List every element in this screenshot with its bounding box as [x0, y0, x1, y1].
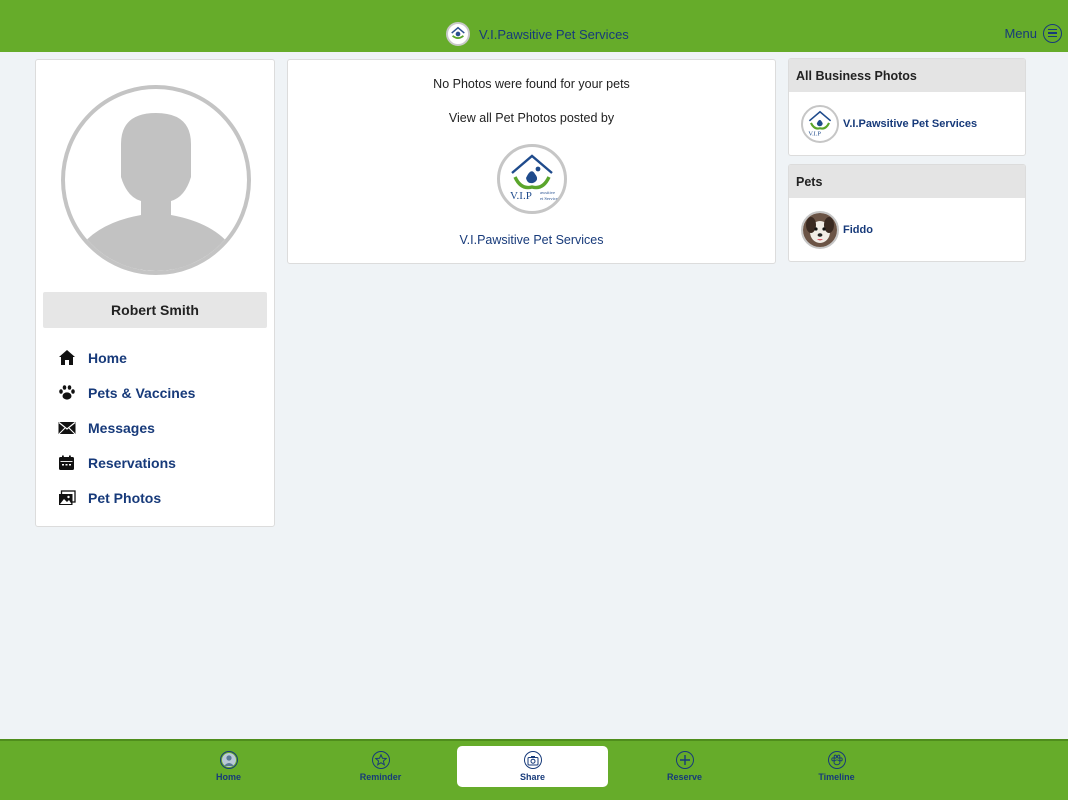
tab-label: Reminder: [359, 772, 402, 782]
panel-title: Pets: [789, 165, 1025, 198]
tab-timeline[interactable]: Timeline: [761, 746, 912, 787]
nav-item-reservations[interactable]: Reservations: [58, 445, 258, 480]
profile-nav: Home Pets & Vaccines Messages Reservatio…: [58, 340, 258, 515]
app-title: V.I.Pawsitive Pet Services: [479, 26, 629, 42]
plus-icon: [675, 751, 694, 769]
camera-icon: [523, 751, 542, 769]
business-logo[interactable]: V.I.P awsitive et Services: [497, 144, 567, 214]
bottom-tab-bar: Home Reminder Share Reserve Timeline: [0, 739, 1068, 800]
paw-circle-icon: [827, 751, 846, 769]
business-name-link[interactable]: V.I.Pawsitive Pet Services: [288, 233, 775, 247]
mini-logo-text: V.I.P: [808, 130, 821, 137]
pet-avatar: [801, 210, 839, 249]
pets-panel: Pets Fiddo: [788, 164, 1026, 262]
tab-reserve[interactable]: Reserve: [609, 746, 760, 787]
paw-icon: [58, 384, 88, 401]
nav-label: Pets & Vaccines: [88, 384, 196, 401]
vip-pawsitive-logo-icon: [446, 22, 470, 46]
envelope-icon: [58, 421, 88, 435]
panel-title: All Business Photos: [789, 59, 1025, 92]
user-circle-icon: [219, 751, 238, 769]
calendar-icon: [58, 455, 88, 471]
pet-item[interactable]: Fiddo: [789, 198, 1025, 261]
tab-label: Share: [519, 772, 545, 782]
top-bar: V.I.Pawsitive Pet Services Menu: [0, 0, 1068, 52]
view-all-label: View all Pet Photos posted by: [448, 111, 615, 125]
logo-subtext: awsitive: [540, 190, 555, 195]
tab-share[interactable]: Share: [457, 746, 608, 787]
nav-item-pet-photos[interactable]: Pet Photos: [58, 480, 258, 515]
logo-subtext-2: et Services: [540, 196, 560, 201]
home-icon: [58, 349, 88, 366]
menu-button[interactable]: Menu: [1004, 22, 1062, 44]
business-photos-item-label: V.I.Pawsitive Pet Services: [843, 117, 978, 130]
tab-label: Home: [215, 772, 241, 782]
business-photos-item[interactable]: V.I.P V.I.Pawsitive Pet Services: [789, 92, 1025, 155]
star-icon: [371, 751, 390, 769]
nav-label: Pet Photos: [88, 489, 162, 506]
nav-item-pets-vaccines[interactable]: Pets & Vaccines: [58, 375, 258, 410]
logo-text: V.I.P: [510, 190, 532, 202]
hamburger-circle-icon: [1043, 23, 1062, 43]
business-logo-icon: V.I.P: [801, 104, 839, 143]
photos-icon: [58, 489, 88, 506]
nav-label: Messages: [88, 419, 155, 436]
default-user-avatar-icon: [61, 85, 251, 275]
menu-label: Menu: [1004, 25, 1037, 41]
nav-label: Home: [88, 349, 127, 366]
profile-name: Robert Smith: [43, 292, 267, 328]
brand[interactable]: V.I.Pawsitive Pet Services: [446, 22, 629, 46]
business-photos-panel: All Business Photos V.I.P V.I.Pawsitive …: [788, 58, 1026, 156]
nav-item-messages[interactable]: Messages: [58, 410, 258, 445]
pet-name: Fiddo: [843, 223, 873, 236]
tab-label: Timeline: [818, 772, 855, 782]
empty-message: No Photos were found for your pets: [433, 77, 630, 91]
nav-label: Reservations: [88, 454, 176, 471]
tab-label: Reserve: [666, 772, 703, 782]
nav-item-home[interactable]: Home: [58, 340, 258, 375]
profile-card: Robert Smith Home Pets & Vaccines Messag…: [35, 59, 275, 527]
pet-photos-card: No Photos were found for your pets View …: [287, 59, 776, 264]
tab-home[interactable]: Home: [153, 746, 304, 787]
tab-reminder[interactable]: Reminder: [305, 746, 456, 787]
